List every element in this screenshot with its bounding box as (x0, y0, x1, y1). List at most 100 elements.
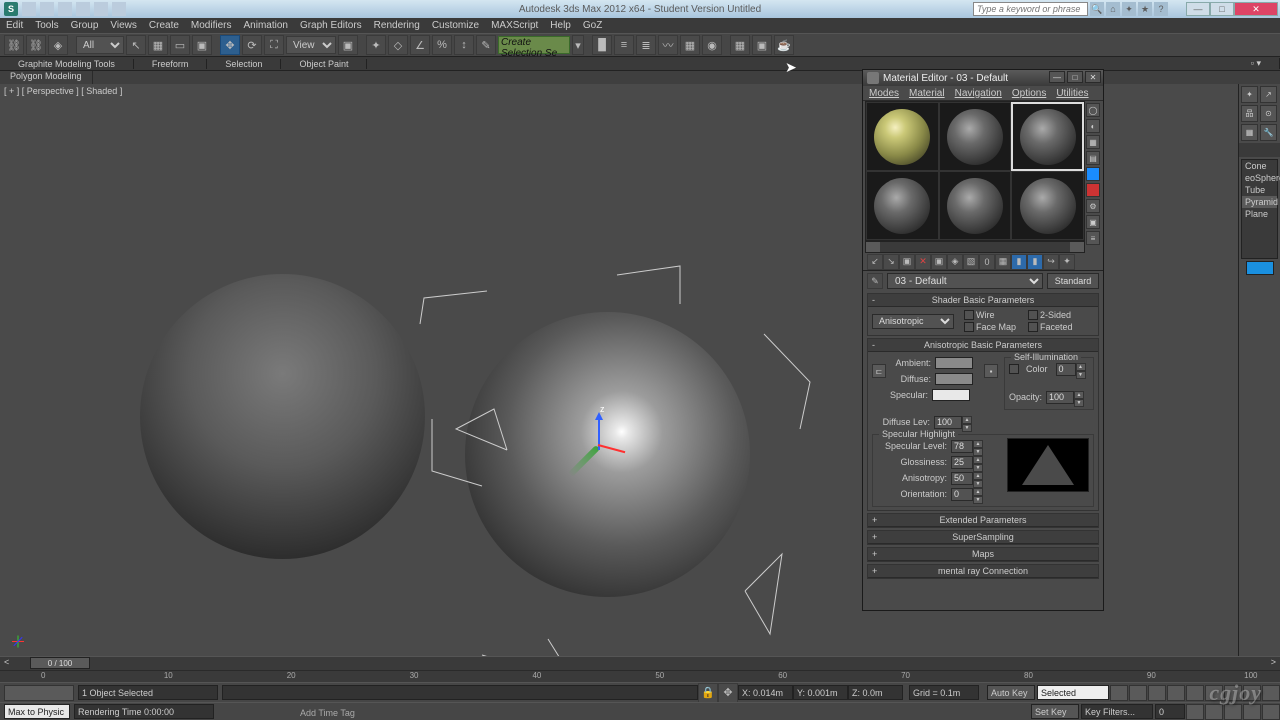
object-color-swatch[interactable] (1246, 261, 1274, 275)
mat-id-icon[interactable]: 0 (979, 254, 995, 270)
qat-open-icon[interactable] (40, 2, 54, 16)
make-preview-icon[interactable] (1086, 183, 1100, 197)
rollout-header[interactable]: +SuperSampling (868, 531, 1098, 544)
material-slot[interactable] (939, 171, 1012, 240)
close-button[interactable]: ✕ (1234, 2, 1278, 16)
cmd-motion-icon[interactable]: ⊙ (1260, 105, 1277, 122)
list-item[interactable]: Plane (1242, 208, 1277, 220)
bind-icon[interactable]: ◈ (48, 35, 68, 55)
selfillum-spinner[interactable]: 0▲▼ (1056, 363, 1086, 376)
named-sel-dropdown-icon[interactable]: ▾ (572, 35, 584, 55)
nav-maximize-icon[interactable] (1262, 704, 1280, 720)
percent-snap-icon[interactable]: % (432, 35, 452, 55)
transform-y[interactable]: Y: 0.001m (793, 685, 848, 700)
ambient-diffuse-lock-icon[interactable]: ⊏ (872, 364, 886, 378)
cmd-display-icon[interactable]: ▦ (1241, 124, 1258, 141)
material-type-button[interactable]: Standard (1047, 273, 1099, 289)
cmd-create-icon[interactable]: ✦ (1241, 86, 1258, 103)
go-parent-icon[interactable]: ▮ (1027, 254, 1043, 270)
selfillum-color-checkbox[interactable] (1009, 364, 1019, 374)
select-by-mat-icon[interactable]: ▣ (1086, 215, 1100, 229)
object-sphere-2[interactable] (465, 312, 750, 597)
time-ruler[interactable]: 0 10 20 30 40 50 60 70 80 90 100 (0, 670, 1280, 682)
goto-start-icon[interactable] (1110, 685, 1128, 701)
material-name-field[interactable]: 03 - Default (887, 273, 1043, 289)
material-slot[interactable] (1011, 171, 1084, 240)
put-to-lib-icon[interactable]: ▧ (963, 254, 979, 270)
options-icon[interactable]: ⚙ (1086, 199, 1100, 213)
go-forward-icon[interactable]: ↪ (1043, 254, 1059, 270)
help-search-input[interactable] (973, 2, 1088, 16)
rollout-header[interactable]: +Maps (868, 548, 1098, 561)
diffuse-swatch[interactable] (935, 373, 973, 385)
goto-end-icon[interactable] (1186, 685, 1204, 701)
ribbon-tab-selection[interactable]: Selection (207, 59, 281, 69)
anisotropy-spinner[interactable]: 50▲▼ (951, 472, 983, 485)
app-icon[interactable]: S (4, 2, 18, 16)
show-end-result-icon[interactable]: ▮ (1011, 254, 1027, 270)
set-key-button[interactable]: Set Key (1031, 704, 1079, 719)
snap-toggle-icon[interactable]: ◇ (388, 35, 408, 55)
list-item[interactable]: Tube (1242, 184, 1277, 196)
sample-uv-icon[interactable]: ▤ (1086, 151, 1100, 165)
put-to-scene-icon[interactable]: ↘ (883, 254, 899, 270)
schematic-icon[interactable]: ▦ (680, 35, 700, 55)
menu-maxscript[interactable]: MAXScript (491, 20, 538, 31)
menu-rendering[interactable]: Rendering (374, 20, 420, 31)
wire-checkbox[interactable]: Wire (964, 310, 1016, 320)
key-filters-button[interactable]: Key Filters... (1081, 704, 1153, 719)
mat-menu-navigation[interactable]: Navigation (955, 88, 1002, 99)
prompt-field[interactable] (222, 685, 698, 700)
make-copy-icon[interactable]: ▣ (931, 254, 947, 270)
minimize-button[interactable]: — (1186, 2, 1210, 16)
edit-named-sel-icon[interactable]: ✎ (476, 35, 496, 55)
menu-grapheditors[interactable]: Graph Editors (300, 20, 362, 31)
menu-create[interactable]: Create (149, 20, 179, 31)
cmd-hierarchy-icon[interactable]: 品 (1241, 105, 1258, 122)
slot-scrollbar[interactable] (865, 241, 1085, 253)
background-icon[interactable]: ▦ (1086, 135, 1100, 149)
mat-menu-material[interactable]: Material (909, 88, 945, 99)
current-frame-field[interactable]: 0 (1155, 704, 1185, 719)
nav-pan-icon[interactable] (1262, 685, 1280, 701)
menu-modifiers[interactable]: Modifiers (191, 20, 232, 31)
mat-close-button[interactable]: ✕ (1085, 71, 1101, 83)
menu-help[interactable]: Help (550, 20, 571, 31)
mat-maximize-button[interactable]: □ (1067, 71, 1083, 83)
next-frame-icon[interactable] (1167, 685, 1185, 701)
rollout-header[interactable]: -Anisotropic Basic Parameters (868, 339, 1098, 352)
sample-type-icon[interactable]: ◯ (1086, 103, 1100, 117)
maxscript-mini[interactable]: Max to Physic (4, 704, 70, 719)
select-name-icon[interactable]: ▦ (148, 35, 168, 55)
ribbon-pin-icon[interactable]: ▫ ▾ (1233, 58, 1280, 69)
rendered-frame-icon[interactable]: ▣ (752, 35, 772, 55)
qat-more-icon[interactable] (112, 2, 126, 16)
mat-minimize-button[interactable]: — (1049, 71, 1065, 83)
time-config-icon[interactable] (1186, 704, 1204, 720)
assign-to-sel-icon[interactable]: ▣ (899, 254, 915, 270)
diffuse-lev-spinner[interactable]: 100▲▼ (934, 416, 972, 429)
facemap-checkbox[interactable]: Face Map (964, 322, 1016, 332)
angle-snap-icon[interactable]: ∠ (410, 35, 430, 55)
object-sphere-1[interactable] (140, 274, 425, 559)
rollout-header[interactable]: -Shader Basic Parameters (868, 294, 1098, 307)
list-item[interactable]: eoSphere (1242, 172, 1277, 184)
named-selection-sets[interactable]: Create Selection Se (498, 36, 570, 54)
maximize-button[interactable]: □ (1210, 2, 1234, 16)
spinner-snap-icon[interactable]: ↕ (454, 35, 474, 55)
time-slider[interactable]: 0 / 100 (30, 657, 90, 669)
manipulate-icon[interactable]: ✦ (366, 35, 386, 55)
absolute-mode-icon[interactable]: ✥ (718, 683, 738, 703)
align-icon[interactable]: ≡ (614, 35, 634, 55)
render-icon[interactable]: ☕ (774, 35, 794, 55)
list-item[interactable]: Cone (1242, 160, 1277, 172)
spec-level-spinner[interactable]: 78▲▼ (951, 440, 983, 453)
reset-map-icon[interactable]: ✕ (915, 254, 931, 270)
scale-icon[interactable]: ⛶ (264, 35, 284, 55)
time-tag[interactable]: Add Time Tag (300, 708, 355, 718)
faceted-checkbox[interactable]: Faceted (1028, 322, 1073, 332)
link-icon[interactable]: ⛓ (4, 35, 24, 55)
window-crossing-icon[interactable]: ▣ (192, 35, 212, 55)
help-icon[interactable]: ? (1154, 2, 1168, 16)
selection-filter[interactable]: All (76, 36, 124, 54)
